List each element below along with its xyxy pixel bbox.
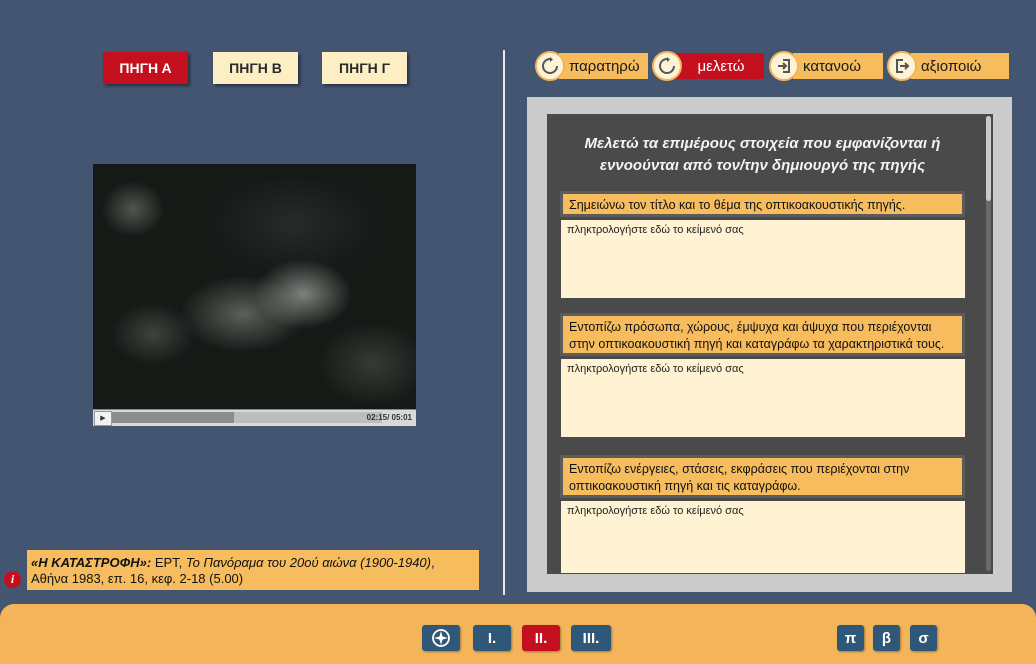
step-understand-label: κατανοώ	[793, 53, 883, 79]
worksheet-title-line1: Μελετώ τα επιμέρους στοιχεία που εμφανίζ…	[584, 135, 941, 152]
compass-icon	[432, 629, 450, 647]
tab-source-a[interactable]: ΠΗΓΗ Α	[103, 52, 188, 84]
source-caption: «Η ΚΑΤΑΣΤΡΟΦΗ»: ΕΡΤ, Το Πανόραμα του 20ο…	[27, 550, 479, 590]
video-time: 02:15/ 05:01	[366, 413, 412, 422]
step-study-label: μελετώ	[676, 53, 764, 79]
video-frame[interactable]	[93, 164, 416, 409]
vertical-divider	[503, 50, 505, 595]
enter-icon	[769, 51, 799, 81]
tab-source-b[interactable]: ΠΗΓΗ Β	[213, 52, 298, 84]
worksheet-title: Μελετώ τα επιμέρους στοιχεία που εμφανίζ…	[560, 133, 965, 177]
exit-icon	[887, 51, 917, 81]
part-1-button[interactable]: I.	[473, 625, 511, 651]
part-2-button[interactable]: II.	[522, 625, 560, 651]
question-label-1: Σημειώνω τον τίτλο και το θέμα της οπτικ…	[560, 191, 965, 217]
step-utilize-button[interactable]: αξιοποιώ	[887, 51, 1009, 81]
step-utilize-label: αξιοποιώ	[911, 53, 1009, 79]
tab-source-c[interactable]: ΠΗΓΗ Γ	[322, 52, 407, 84]
step-study-button[interactable]: μελετώ	[652, 51, 764, 81]
caption-work: Το Πανόραμα του 20ού αιώνα (1900-1940)	[185, 555, 431, 570]
caption-title: «Η ΚΑΤΑΣΤΡΟΦΗ»:	[31, 555, 152, 570]
tool-sigma-button[interactable]: σ	[910, 625, 937, 651]
play-icon[interactable]: ▶	[94, 411, 112, 426]
answer-field-3[interactable]: πληκτρολογήστε εδώ το κείμενό σας	[561, 501, 965, 573]
video-progress-fill	[112, 412, 234, 423]
video-seek-bar[interactable]	[112, 412, 382, 423]
info-icon[interactable]: i	[4, 571, 21, 588]
answer-field-1[interactable]: πληκτρολογήστε εδώ το κείμενό σας	[561, 220, 965, 298]
answer-field-2[interactable]: πληκτρολογήστε εδώ το κείμενό σας	[561, 359, 965, 437]
video-controls: ▶ 02:15/ 05:01	[93, 409, 416, 426]
worksheet-title-line2: εννοούνται από τον/την δημιουργό της πηγ…	[599, 157, 926, 174]
compass-button[interactable]	[422, 625, 460, 651]
tool-beta-button[interactable]: β	[873, 625, 900, 651]
question-label-3: Εντοπίζω ενέργειες, στάσεις, εκφράσεις π…	[560, 455, 965, 498]
step-observe-button[interactable]: παρατηρώ	[535, 51, 648, 81]
tool-pi-button[interactable]: π	[837, 625, 864, 651]
part-3-button[interactable]: III.	[571, 625, 611, 651]
step-observe-label: παρατηρώ	[559, 53, 648, 79]
step-understand-button[interactable]: κατανοώ	[769, 51, 883, 81]
refresh-icon	[652, 51, 682, 81]
worksheet-scroll-thumb[interactable]	[986, 116, 991, 201]
question-label-2: Εντοπίζω πρόσωπα, χώρους, έμψυχα και άψυ…	[560, 313, 965, 356]
caption-source: ΕΡΤ,	[151, 555, 186, 570]
refresh-icon	[535, 51, 565, 81]
